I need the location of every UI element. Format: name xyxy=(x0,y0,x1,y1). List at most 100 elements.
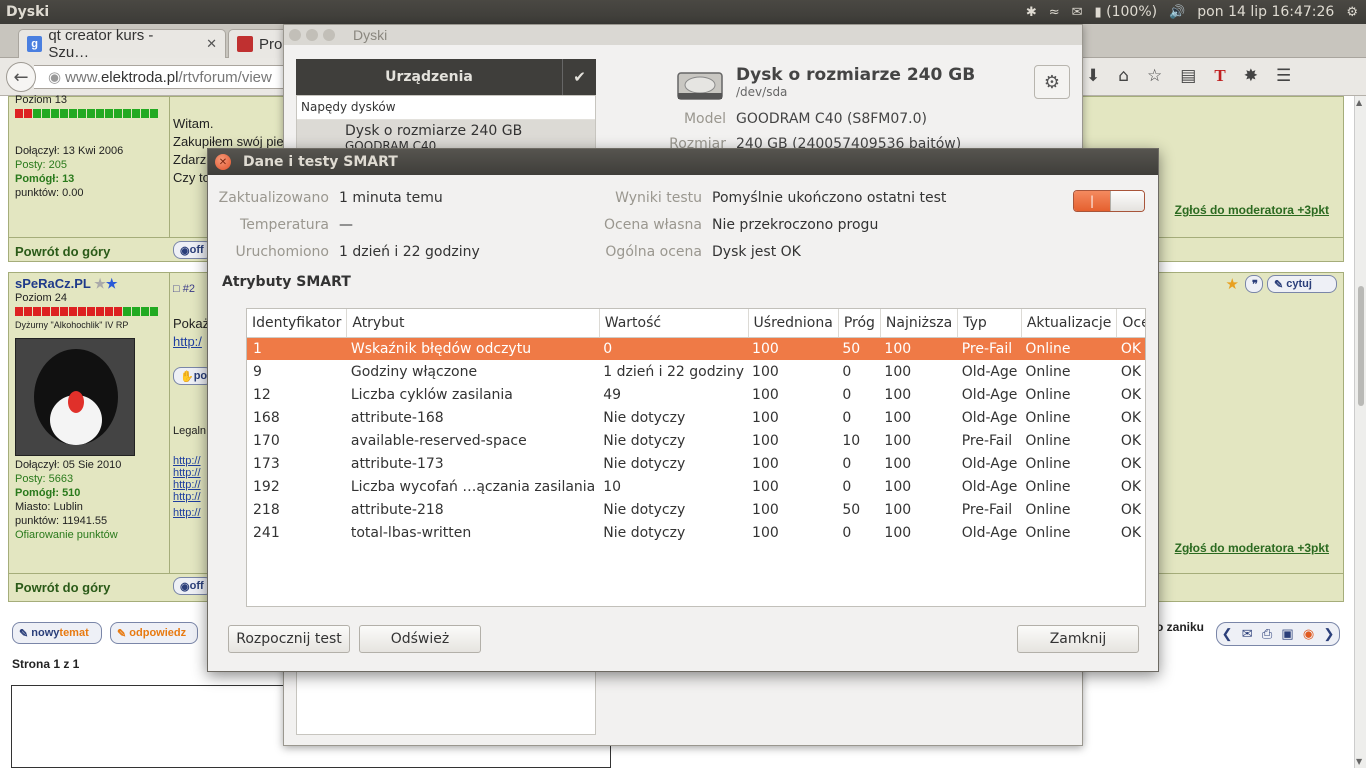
table-row[interactable]: 170 available-reserved-space Nie dotyczy 10… xyxy=(247,429,1145,452)
prev-icon[interactable]: ❮ xyxy=(1222,626,1233,642)
bluetooth-icon[interactable]: ✱ xyxy=(1026,5,1037,20)
reading-list-icon[interactable]: ▤ xyxy=(1180,66,1196,86)
table-cell: 100 xyxy=(884,363,912,380)
updated-label: Zaktualizowano xyxy=(218,190,329,206)
page-scrollbar[interactable]: ▲ ▼ xyxy=(1354,96,1366,768)
wifi-icon[interactable]: ≈ xyxy=(1049,5,1060,20)
table-cell: OK xyxy=(1120,409,1142,426)
table-cell: attribute-168 xyxy=(350,409,444,426)
minimize-window-icon[interactable] xyxy=(306,29,318,41)
table-cell: 100 xyxy=(752,478,779,495)
table-row[interactable]: 9 Godziny włączone 1 dzień i 22 godziny 100… xyxy=(247,360,1145,383)
table-row[interactable]: 241 total-lbas-written Nie dotyczy 100 0 100 O… xyxy=(247,521,1145,544)
column-header[interactable]: Próg xyxy=(838,309,881,338)
table-row[interactable]: 192 Liczba wycofań …ączania zasilania 10 10… xyxy=(247,475,1145,498)
table-cell: Online xyxy=(1025,455,1071,472)
translate-icon[interactable]: T xyxy=(1214,66,1225,86)
select-mode-button[interactable]: ✔ xyxy=(562,59,596,95)
report-link[interactable]: Zgłoś do moderatora +3pkt xyxy=(1175,203,1329,217)
column-header[interactable]: Identyfikator xyxy=(247,309,348,338)
maximize-window-icon[interactable] xyxy=(323,29,335,41)
volume-icon[interactable]: 🔊 xyxy=(1169,5,1185,20)
column-header[interactable]: Wartość xyxy=(599,309,749,338)
bookmark-star-icon[interactable]: ☆ xyxy=(1147,66,1162,86)
close-window-icon[interactable] xyxy=(289,29,301,41)
url-bar[interactable]: ◉ www. elektroda.pl/rtvforum/view xyxy=(34,65,294,89)
save-icon[interactable]: ▣ xyxy=(1281,626,1293,642)
table-cell: 0 xyxy=(842,455,852,472)
post-line: Witam. xyxy=(173,116,214,131)
watch-icon[interactable]: ◉ xyxy=(1303,626,1314,642)
dialog-title: Dane i testy SMART xyxy=(243,154,398,170)
attributes-heading: Atrybuty SMART xyxy=(222,274,351,290)
site-identity-icon[interactable]: ◉ xyxy=(48,68,61,86)
points-label: punktów: xyxy=(15,187,60,199)
smart-enabled-toggle[interactable]: | xyxy=(1073,190,1145,212)
disk-name: Dysk o rozmiarze 240 GB xyxy=(736,65,976,85)
table-header-row: Identyfikator Atrybut Wartość Uśredniona… xyxy=(247,309,1145,338)
table-row[interactable]: 218 attribute-218 Nie dotyczy 100 50 100 Pre-F… xyxy=(247,498,1145,521)
next-icon[interactable]: ❯ xyxy=(1323,626,1334,642)
back-to-top-link[interactable]: Powrót do góry xyxy=(15,244,110,259)
new-topic-button[interactable]: ✎ nowy temat xyxy=(12,622,102,644)
column-header[interactable]: Typ xyxy=(957,309,1022,338)
reply-icon: ✎ xyxy=(117,627,127,640)
post-link[interactable]: http:/ xyxy=(173,333,209,351)
table-cell: 168 xyxy=(253,409,280,426)
back-arrow-icon: ← xyxy=(13,66,29,88)
table-row[interactable]: 12 Liczba cyklów zasilania 49 100 0 100 Old-Ag… xyxy=(247,383,1145,406)
close-button[interactable]: Zamknij xyxy=(1017,625,1139,653)
drive-settings-button[interactable]: ⚙ xyxy=(1034,65,1070,99)
scroll-down-icon[interactable]: ▼ xyxy=(1356,757,1362,766)
back-button[interactable]: ← xyxy=(6,62,36,92)
column-header[interactable]: Atrybut xyxy=(346,309,600,338)
start-test-button[interactable]: Rozpocznij test xyxy=(228,625,350,653)
temperature-label: Temperatura xyxy=(240,217,329,233)
column-header[interactable]: Najniższa xyxy=(880,309,959,338)
table-row[interactable]: 1 Wskaźnik błędów odczytu 0 100 50 100 Pre-Fai… xyxy=(247,337,1145,360)
attributes-table[interactable]: Identyfikator Atrybut Wartość Uśredniona… xyxy=(246,308,1146,607)
give-points-link[interactable]: Ofiarowanie punktów xyxy=(15,528,158,542)
user-subtitle: Dyżurny "Alkohochlik" IV RP xyxy=(15,320,129,330)
signature-link[interactable]: http:// xyxy=(173,491,201,503)
gear-icon[interactable]: ⚙ xyxy=(1346,5,1358,20)
topic-tools: ❮ ✉ ⎙ ▣ ◉ ❯ xyxy=(1216,622,1340,646)
extension-icon[interactable]: ✸ xyxy=(1244,66,1258,86)
table-row[interactable]: 173 attribute-173 Nie dotyczy 100 0 100 Old-Ag… xyxy=(247,452,1145,475)
edit-button[interactable]: ❞ xyxy=(1245,275,1263,293)
home-icon[interactable]: ⌂ xyxy=(1118,66,1129,86)
close-tab-icon[interactable]: ✕ xyxy=(206,36,217,52)
scroll-thumb[interactable] xyxy=(1358,286,1364,406)
reply-button[interactable]: ✎ odpowiedz xyxy=(110,622,198,644)
signature-link[interactable]: http:// xyxy=(173,455,201,467)
download-icon[interactable]: ⬇ xyxy=(1086,66,1100,86)
report-link[interactable]: Zgłoś do moderatora +3pkt xyxy=(1175,541,1329,555)
table-row[interactable]: 168 attribute-168 Nie dotyczy 100 0 100 Old-Ag… xyxy=(247,406,1145,429)
speech-icon: ✎ xyxy=(1274,278,1284,291)
close-dialog-icon[interactable]: ✕ xyxy=(215,154,231,170)
table-cell: Liczba cyklów zasilania xyxy=(350,386,513,403)
column-header[interactable]: Uśredniona xyxy=(748,309,839,338)
post-number[interactable]: □ #2 xyxy=(173,283,195,295)
table-cell: 50 xyxy=(842,501,861,518)
scroll-up-icon[interactable]: ▲ xyxy=(1356,98,1362,107)
username[interactable]: sPeRaCz.PL xyxy=(15,276,91,291)
print-icon[interactable]: ⎙ xyxy=(1262,626,1272,642)
refresh-button[interactable]: Odśwież xyxy=(359,625,481,653)
back-to-top-link[interactable]: Powrót do góry xyxy=(15,580,110,595)
battery-indicator[interactable]: ▮ (100%) xyxy=(1095,4,1158,20)
mail-icon[interactable]: ✉ xyxy=(1072,5,1083,20)
clock[interactable]: pon 14 lip 16:47:26 xyxy=(1197,4,1334,20)
mail-icon[interactable]: ✉ xyxy=(1242,626,1253,642)
browser-tab-1[interactable]: g qt creator kurs - Szu… ✕ xyxy=(18,27,226,61)
column-header[interactable]: Aktualizacje xyxy=(1021,309,1118,338)
column-header[interactable]: Ocena xyxy=(1116,309,1145,338)
table-cell: Nie dotyczy xyxy=(603,432,686,449)
signature-link[interactable]: http:// xyxy=(173,479,201,491)
signature-link[interactable]: http:// xyxy=(173,507,201,519)
quote-label: cytuj xyxy=(1286,278,1312,290)
star-icon[interactable]: ★ xyxy=(1226,275,1239,293)
menu-icon[interactable]: ☰ xyxy=(1276,66,1291,86)
quote-button[interactable]: ✎ cytuj xyxy=(1267,275,1337,293)
signature-link[interactable]: http:// xyxy=(173,467,201,479)
